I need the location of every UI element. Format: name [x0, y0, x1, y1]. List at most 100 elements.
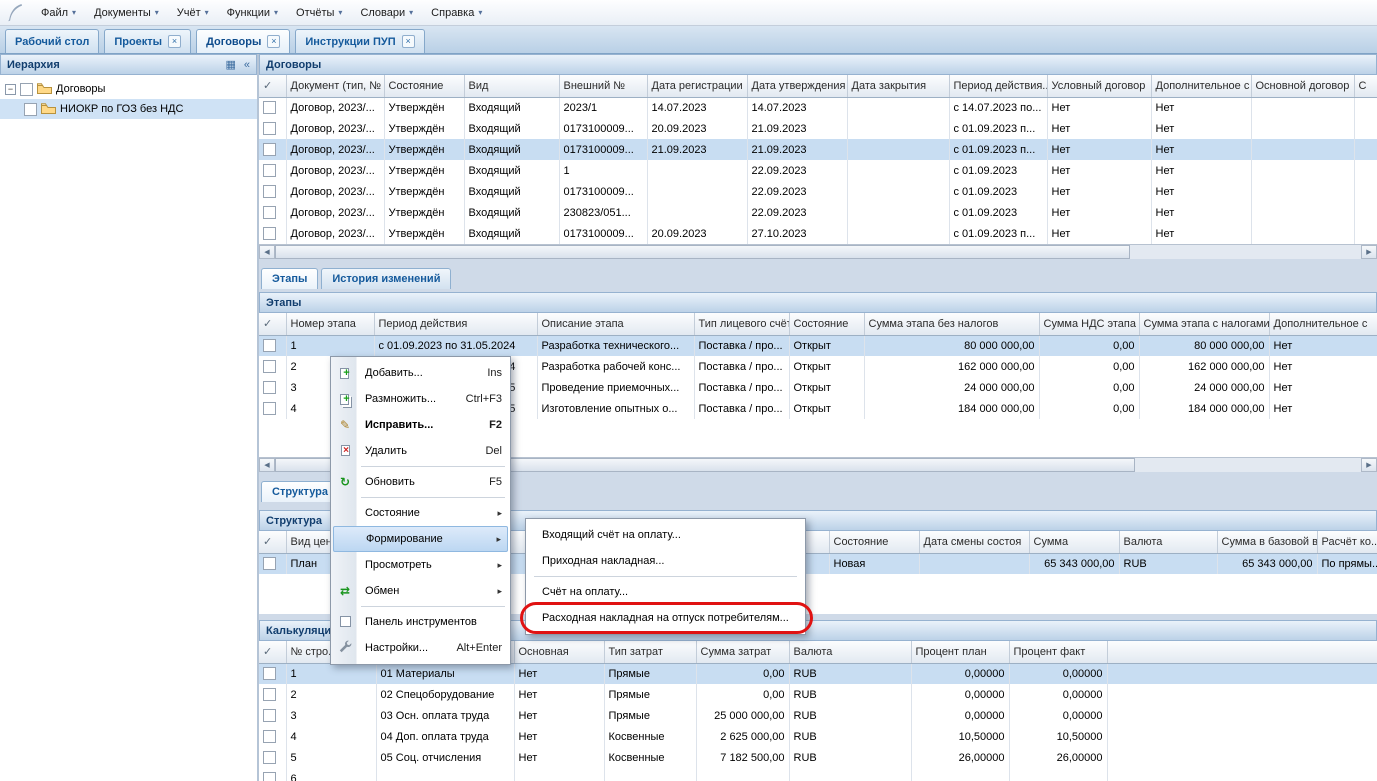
grid-cell[interactable]: Нет — [1047, 97, 1151, 118]
grid-cell[interactable]: RUB — [789, 705, 911, 726]
grid-cell[interactable]: Утверждён — [384, 202, 464, 223]
column-header[interactable]: Период действия — [374, 313, 537, 335]
grid-cell[interactable]: Утверждён — [384, 118, 464, 139]
column-header[interactable]: Основная — [514, 641, 604, 663]
tab-close-icon[interactable]: × — [168, 35, 181, 48]
grid-cell[interactable] — [1251, 181, 1354, 202]
table-row[interactable]: Договор, 2023/...УтверждёнВходящий2023/1… — [259, 97, 1377, 118]
context-menu-item[interactable]: +Размножить...Ctrl+F3 — [333, 386, 508, 412]
grid-cell[interactable]: Договор, 2023/... — [286, 223, 384, 244]
tab-close-icon[interactable]: × — [402, 35, 415, 48]
grid-cell[interactable] — [1354, 202, 1377, 223]
grid-cell[interactable] — [1354, 139, 1377, 160]
grid-cell[interactable]: 0173100009... — [559, 139, 647, 160]
column-header[interactable]: Состояние — [384, 75, 464, 97]
grid-cell[interactable]: Нет — [1047, 118, 1151, 139]
column-header[interactable]: Период действия... — [949, 75, 1047, 97]
column-header[interactable]: Сумма затрат — [696, 641, 789, 663]
column-header[interactable]: Тип лицевого счёт — [694, 313, 789, 335]
workspace-tab[interactable]: Рабочий стол — [5, 29, 99, 53]
grid-cell[interactable]: Поставка / про... — [694, 356, 789, 377]
grid-cell[interactable] — [1009, 768, 1107, 781]
node-checkbox[interactable] — [24, 103, 37, 116]
collapse-panel-icon[interactable]: « — [244, 59, 250, 71]
menubar-item[interactable]: Файл▾ — [32, 4, 85, 22]
grid-cell[interactable]: с 01.09.2023 — [949, 181, 1047, 202]
grid-cell[interactable] — [911, 768, 1009, 781]
submenu-item[interactable]: Расходная накладная на отпуск потребител… — [528, 605, 803, 631]
grid-cell[interactable]: 0,00000 — [911, 684, 1009, 705]
grid-cell[interactable] — [1251, 160, 1354, 181]
grid-cell[interactable]: Договор, 2023/... — [286, 118, 384, 139]
grid-cell[interactable]: Нет — [1151, 181, 1251, 202]
column-header[interactable]: Сумма — [1029, 531, 1119, 553]
grid-cell[interactable] — [789, 768, 911, 781]
workspace-tab[interactable]: Инструкции ПУП× — [295, 29, 424, 53]
grid-cell[interactable]: RUB — [789, 663, 911, 684]
grid-cell[interactable]: 03 Осн. оплата труда — [376, 705, 514, 726]
grid-cell[interactable] — [604, 768, 696, 781]
grid-cell[interactable]: Входящий — [464, 97, 559, 118]
grid-cell[interactable]: 02 Спецоборудование — [376, 684, 514, 705]
column-header[interactable]: Сумма НДС этапа — [1039, 313, 1139, 335]
grid-cell[interactable]: Утверждён — [384, 97, 464, 118]
row-checkbox[interactable] — [263, 164, 276, 177]
row-checkbox[interactable] — [263, 709, 276, 722]
grid-cell[interactable]: Изготовление опытных о... — [537, 398, 694, 419]
grid-cell[interactable] — [847, 202, 949, 223]
grid-cell[interactable] — [919, 553, 1029, 574]
scroll-left-icon[interactable]: ◀ — [259, 458, 275, 472]
row-checkbox[interactable] — [263, 381, 276, 394]
grid-cell[interactable]: Открыт — [789, 377, 864, 398]
grid-cell[interactable]: 22.09.2023 — [747, 160, 847, 181]
column-header[interactable] — [1107, 641, 1377, 663]
scroll-right-icon[interactable]: ▶ — [1361, 458, 1377, 472]
grid-cell[interactable]: Входящий — [464, 202, 559, 223]
grid-cell[interactable] — [1251, 139, 1354, 160]
grid-cell[interactable] — [1107, 705, 1377, 726]
grid-cell[interactable] — [1251, 202, 1354, 223]
section-tab[interactable]: История изменений — [321, 268, 451, 289]
grid-cell[interactable] — [847, 118, 949, 139]
grid-cell[interactable]: 4 — [286, 726, 376, 747]
grid-cell[interactable]: 0,00000 — [911, 705, 1009, 726]
grid-cell[interactable]: Прямые — [604, 705, 696, 726]
context-menu-item[interactable]: Настройки...Alt+Enter — [333, 635, 508, 661]
context-menu-item[interactable]: ↻ОбновитьF5 — [333, 469, 508, 495]
grid-cell[interactable]: Договор, 2023/... — [286, 181, 384, 202]
grid-cell[interactable] — [1354, 160, 1377, 181]
grid-cell[interactable]: с 14.07.2023 по... — [949, 97, 1047, 118]
grid-cell[interactable]: 10,50000 — [911, 726, 1009, 747]
grid-cell[interactable]: Нет — [514, 705, 604, 726]
grid-cell[interactable] — [647, 181, 747, 202]
workspace-tab[interactable]: Проекты× — [104, 29, 191, 53]
grid-cell[interactable]: 184 000 000,00 — [864, 398, 1039, 419]
column-header[interactable]: Условный договор — [1047, 75, 1151, 97]
grid-cell[interactable]: Нет — [514, 747, 604, 768]
column-header[interactable]: Внешний № — [559, 75, 647, 97]
column-header[interactable]: Расчёт ко... — [1317, 531, 1377, 553]
grid-cell[interactable]: Открыт — [789, 356, 864, 377]
menubar-item[interactable]: Словари▾ — [351, 4, 422, 22]
menubar-item[interactable]: Отчёты▾ — [287, 4, 351, 22]
grid-cell[interactable]: Нет — [1269, 356, 1377, 377]
grid-cell[interactable]: Входящий — [464, 223, 559, 244]
grid-cell[interactable]: 04 Доп. оплата труда — [376, 726, 514, 747]
grid-cell[interactable]: Нет — [1151, 118, 1251, 139]
context-menu-item[interactable]: Просмотреть▸ — [333, 552, 508, 578]
grid-cell[interactable]: По прямы... — [1317, 553, 1377, 574]
grid-cell[interactable] — [696, 768, 789, 781]
context-menu-item[interactable]: Панель инструментов — [333, 609, 508, 635]
grid-cell[interactable]: Входящий — [464, 181, 559, 202]
grid-cell[interactable] — [1107, 684, 1377, 705]
column-header[interactable]: Тип затрат — [604, 641, 696, 663]
grid-cell[interactable]: Нет — [1269, 377, 1377, 398]
grid-cell[interactable]: 65 343 000,00 — [1217, 553, 1317, 574]
grid-cell[interactable]: Прямые — [604, 684, 696, 705]
grid-cell[interactable]: Открыт — [789, 398, 864, 419]
grid-cell[interactable]: 3 — [286, 705, 376, 726]
grid-cell[interactable]: Утверждён — [384, 223, 464, 244]
grid-cell[interactable]: Входящий — [464, 160, 559, 181]
context-menu-item[interactable]: ⇄Обмен▸ — [333, 578, 508, 604]
table-row[interactable]: Договор, 2023/...УтверждёнВходящий230823… — [259, 202, 1377, 223]
